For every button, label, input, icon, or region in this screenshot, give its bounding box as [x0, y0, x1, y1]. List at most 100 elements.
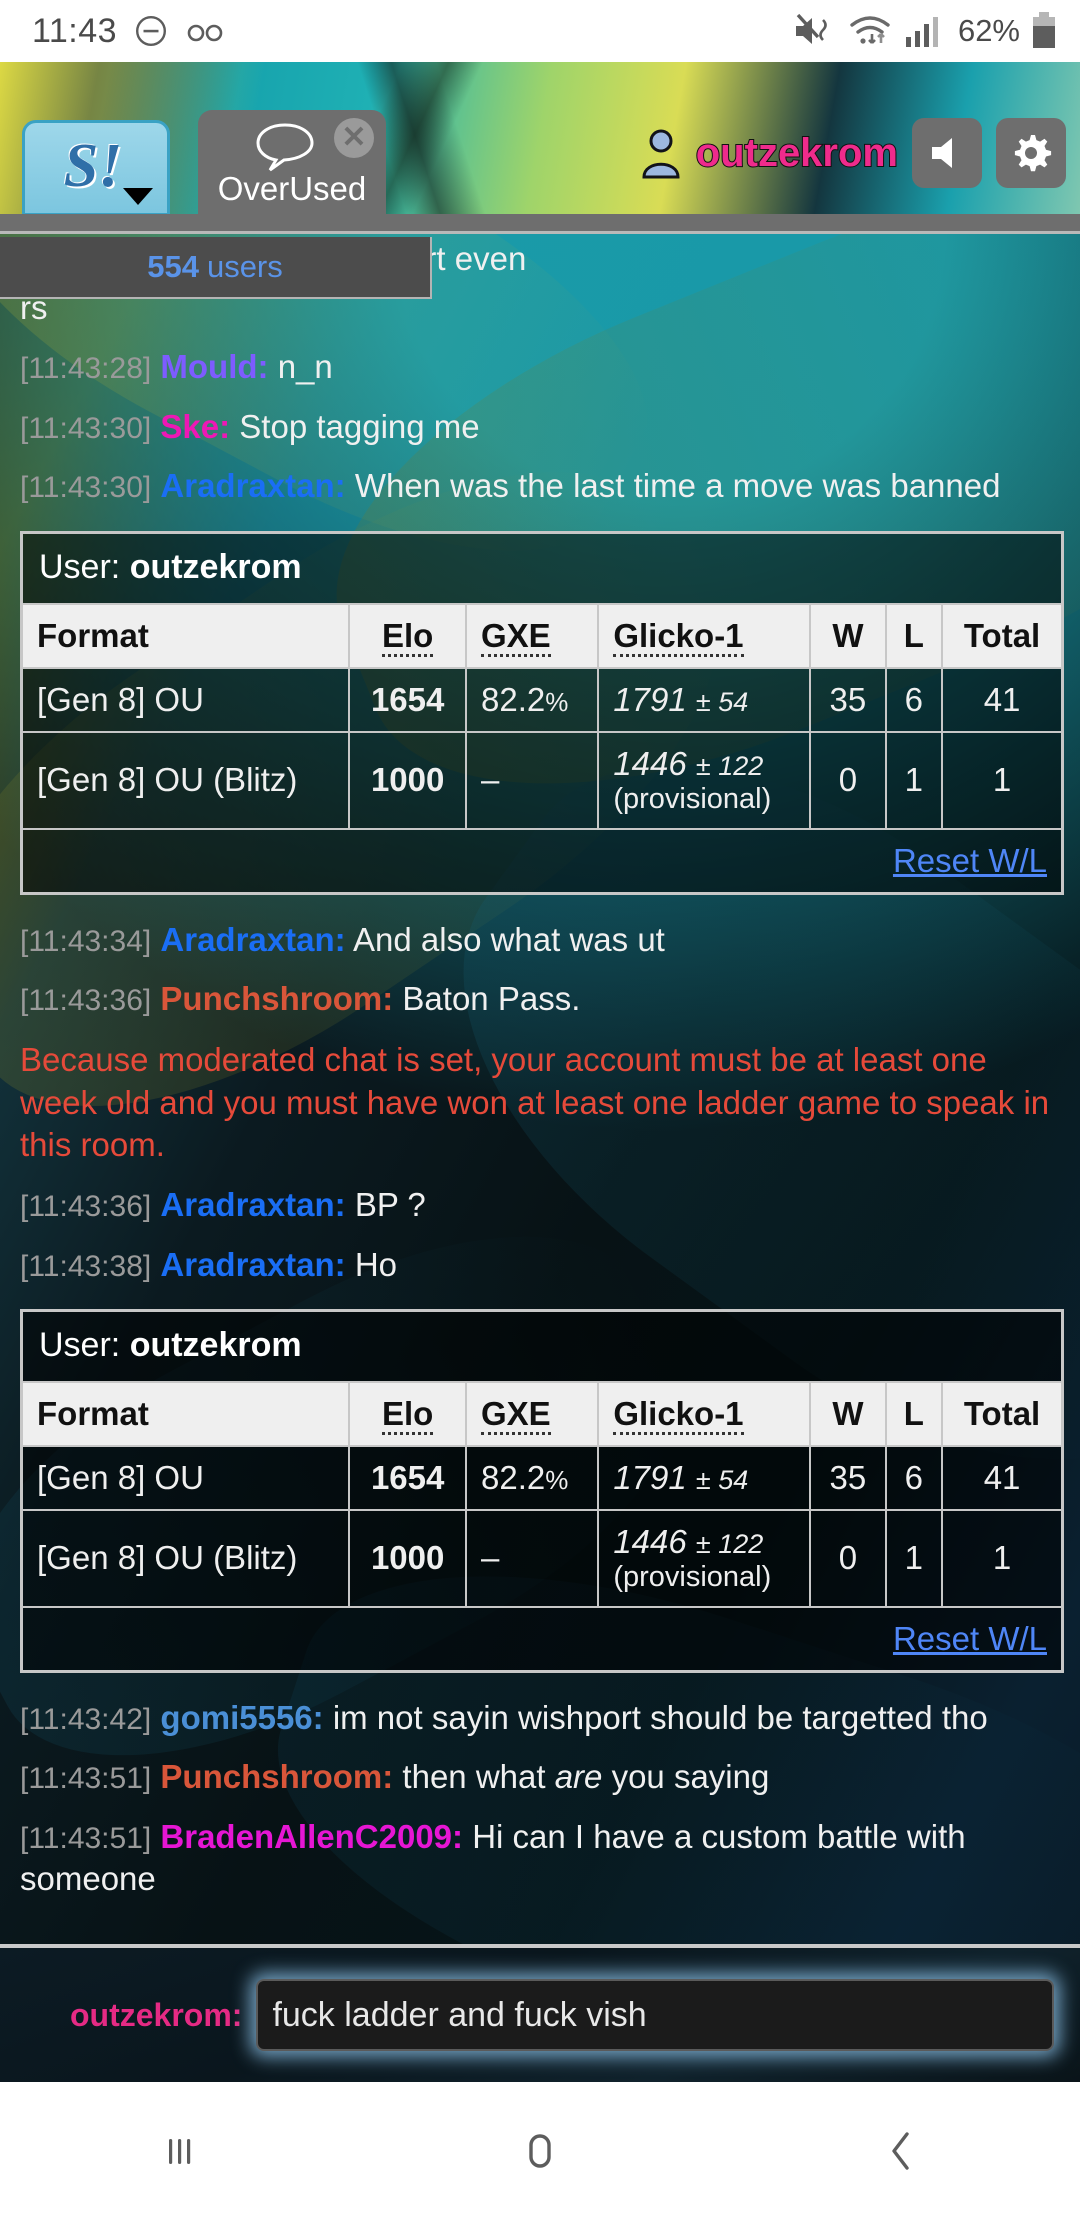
cell-losses: 1 — [885, 731, 944, 830]
mute-vibrate-icon — [792, 11, 838, 51]
wifi-icon — [848, 12, 894, 50]
chat-message: [11:43:36] Aradraxtan: BP ? — [8, 1176, 1072, 1235]
chat-message: [11:43:51] Punchshroom: then what are yo… — [8, 1748, 1072, 1807]
back-button[interactable] — [720, 2125, 1080, 2177]
home-button[interactable] — [360, 2125, 720, 2177]
column-elo: Elo — [349, 1380, 467, 1447]
column-format: Format — [23, 602, 351, 669]
moderated-chat-notice: Because moderated chat is set, your acco… — [20, 1041, 1050, 1163]
column-gxe: GXE — [465, 602, 600, 669]
android-status-bar: 11:43 62% — [0, 0, 1080, 62]
chat-message-text: im not sayin wishport should be targette… — [332, 1698, 988, 1736]
screen: 11:43 62% S! ✕ OverUsed outzekrom even r… — [0, 0, 1080, 2220]
cell-format: [Gen 8] OU — [23, 667, 351, 733]
chat-username[interactable]: Mould: — [160, 348, 268, 385]
reset-cell: Reset W/L — [23, 1607, 1061, 1670]
chat-input[interactable] — [256, 1979, 1054, 2051]
table-row: [Gen 8] OU (Blitz) 1000 – 1446 ± 122 (pro… — [23, 731, 1061, 830]
chat-timestamp: [11:43:51] — [20, 1821, 152, 1855]
cell-wins: 0 — [810, 731, 887, 830]
chat-username[interactable]: Aradraxtan: — [160, 921, 345, 958]
chat-message-text-post: you saying — [602, 1758, 770, 1796]
chat-timestamp: [11:43:36] — [20, 984, 152, 1018]
chat-username[interactable]: Aradraxtan: — [160, 1246, 345, 1283]
cell-format: [Gen 8] OU (Blitz) — [23, 1509, 351, 1608]
cell-elo: 1654 — [349, 667, 467, 733]
cell-total: 41 — [942, 667, 1061, 733]
column-wins: W — [810, 1380, 887, 1447]
table-row: [Gen 8] OU 1654 82.2% 1791 ± 54 35 6 41 — [23, 667, 1061, 733]
cell-elo: 1000 — [349, 1509, 467, 1608]
rating-table-card: User: outzekrom Format Elo GXE Glicko-1 … — [20, 1308, 1064, 1673]
reset-wl-link[interactable]: Reset W/L — [893, 842, 1047, 879]
chat-bubble-icon — [254, 120, 316, 174]
chevron-down-icon[interactable] — [123, 188, 153, 205]
chat-timestamp: [11:43:30] — [20, 471, 152, 505]
chat-timestamp: [11:43:36] — [20, 1190, 152, 1224]
recents-button[interactable] — [0, 2127, 360, 2175]
column-format: Format — [23, 1380, 351, 1447]
chat-message: [11:43:30] Aradraxtan: When was the last… — [8, 457, 1072, 516]
chat-message-text-pre: then what — [402, 1758, 555, 1796]
recents-icon — [156, 2127, 204, 2175]
column-elo: Elo — [349, 602, 467, 669]
cell-losses: 1 — [885, 1509, 944, 1608]
chat-log[interactable]: and u wanna target WishPort even rs [11:… — [0, 234, 1080, 2024]
chat-username[interactable]: Aradraxtan: — [160, 467, 345, 504]
rating-table: Format Elo GXE Glicko-1 W L Total [Gen 8… — [23, 1380, 1061, 1670]
chat-message-text: BP ? — [354, 1186, 426, 1224]
cell-glicko: 1446 ± 122 (provisional) — [598, 731, 812, 830]
table-row: [Gen 8] OU 1654 82.2% 1791 ± 54 35 6 41 — [23, 1445, 1061, 1511]
cell-wins: 0 — [810, 1509, 887, 1608]
chat-username[interactable]: Punchshroom: — [160, 1758, 393, 1795]
header-username[interactable]: outzekrom — [695, 130, 899, 176]
cell-gxe: 82.2% — [465, 667, 600, 733]
column-total: Total — [942, 602, 1061, 669]
user-count-bar[interactable]: 554 users — [0, 237, 432, 299]
chat-message-text: Stop tagging me — [239, 407, 480, 445]
rating-user-name: outzekrom — [129, 1325, 302, 1364]
cell-total: 1 — [942, 731, 1061, 830]
chat-username[interactable]: gomi5556: — [160, 1699, 323, 1736]
voicemail-icon — [185, 17, 225, 45]
column-losses: L — [885, 602, 944, 669]
status-right-icons: 62% — [792, 11, 1058, 51]
chat-username[interactable]: Aradraxtan: — [160, 1186, 345, 1223]
chat-timestamp: [11:43:28] — [20, 352, 152, 386]
chat-username[interactable]: BradenAllenC2009: — [160, 1818, 463, 1855]
chat-message: [11:43:28] Mould: n_n — [8, 338, 1072, 397]
tab-bar-underline — [0, 214, 1080, 234]
table-header-row: Format Elo GXE Glicko-1 W L Total — [23, 602, 1061, 669]
cell-format: [Gen 8] OU — [23, 1445, 351, 1511]
column-wins: W — [810, 602, 887, 669]
signal-icon — [904, 13, 944, 49]
back-icon — [876, 2125, 924, 2177]
person-icon — [640, 127, 682, 179]
chat-message: [11:43:34] Aradraxtan: And also what was… — [8, 911, 1072, 970]
column-gxe: GXE — [465, 1380, 600, 1447]
rating-table: Format Elo GXE Glicko-1 W L Total [Gen 8… — [23, 602, 1061, 892]
cell-losses: 6 — [885, 667, 944, 733]
chat-timestamp: [11:43:42] — [20, 1702, 152, 1736]
chat-message: [11:43:30] Ske: Stop tagging me — [8, 398, 1072, 457]
chat-username[interactable]: Ske: — [160, 408, 230, 445]
column-total: Total — [942, 1380, 1061, 1447]
chat-timestamp: [11:43:38] — [20, 1249, 152, 1283]
chat-timestamp: [11:43:51] — [20, 1762, 152, 1796]
chat-timestamp: [11:43:30] — [20, 411, 152, 445]
chat-message-text-emphasis: are — [554, 1758, 603, 1796]
chat-username[interactable]: Punchshroom: — [160, 980, 393, 1017]
table-footer-row: Reset W/L — [23, 829, 1061, 892]
chat-input-bar: outzekrom: — [0, 1944, 1080, 2082]
sound-button[interactable] — [912, 118, 982, 188]
pokemon-showdown-app: S! ✕ OverUsed outzekrom even rs [11:43:2… — [0, 62, 1080, 2082]
settings-button[interactable] — [996, 118, 1066, 188]
chat-message-text: Baton Pass. — [402, 980, 581, 1018]
cell-total: 41 — [942, 1445, 1061, 1511]
cell-total: 1 — [942, 1509, 1061, 1608]
reset-wl-link[interactable]: Reset W/L — [893, 1620, 1047, 1657]
tab-overused[interactable]: ✕ OverUsed — [198, 110, 386, 214]
close-icon[interactable]: ✕ — [334, 118, 374, 158]
showdown-logo-tab[interactable]: S! — [22, 120, 170, 214]
battery-icon — [1030, 11, 1058, 51]
